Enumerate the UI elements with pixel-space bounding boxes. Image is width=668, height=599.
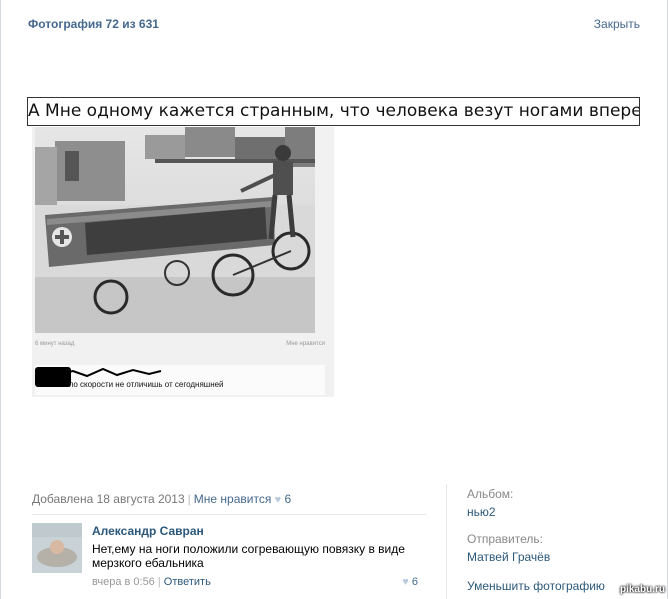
pikabu-watermark: pikabu.ru xyxy=(619,584,665,595)
reply-button[interactable]: Ответить xyxy=(164,576,211,588)
comment-likes[interactable]: ♥ 6 xyxy=(402,576,418,588)
comment-author[interactable]: Александр Савран xyxy=(92,524,204,538)
album-label: Альбом: xyxy=(467,487,514,501)
comment-time: вчера в 0:56 xyxy=(92,576,155,588)
added-line: Добавлена 18 августа 2013 | Мне нравится ♥… xyxy=(32,492,291,506)
added-date: Добавлена 18 августа 2013 xyxy=(32,492,185,506)
heart-icon: ♥ xyxy=(402,576,409,588)
close-button[interactable]: Закрыть xyxy=(594,17,640,31)
photo-meta-likes: Мне нравится xyxy=(286,341,325,347)
avatar[interactable] xyxy=(32,523,82,573)
divider xyxy=(32,514,426,515)
reduce-photo-link[interactable]: Уменьшить фотографию xyxy=(467,579,605,593)
redacted-comment-text: по скорости не отличишь от сегодняшней xyxy=(69,380,224,389)
redaction-scribble xyxy=(54,367,162,378)
photo-counter: Фотография 72 из 631 xyxy=(28,17,159,31)
photo-meta-time: 6 минут назад xyxy=(35,341,75,347)
sender-link[interactable]: Матвей Грачёв xyxy=(467,550,550,564)
redacted-comment: по скорости не отличишь от сегодняшней xyxy=(35,365,325,395)
album-link[interactable]: нью2 xyxy=(467,505,496,519)
comment-text: Нет,ему на ноги положили согревающую пов… xyxy=(92,542,405,570)
meme-caption-text: А Мне одному кажется странным, что челов… xyxy=(28,101,640,121)
comment-item: Александр Савран Нет,ему на ноги положил… xyxy=(32,522,426,592)
photo-image[interactable]: 6 минут назад Мне нравится по скорости н… xyxy=(32,127,334,397)
comment-like-count: 6 xyxy=(411,576,418,588)
ambulance-tricycle-photo xyxy=(35,127,315,333)
sender-label: Отправитель: xyxy=(467,532,543,546)
avatar-image xyxy=(32,523,82,573)
comment-meta: вчера в 0:56 | Ответить xyxy=(92,576,211,588)
separator: | xyxy=(157,576,161,588)
like-button[interactable]: Мне нравится xyxy=(194,492,272,506)
like-count: 6 xyxy=(284,492,292,506)
heart-icon[interactable]: ♥ xyxy=(275,494,282,506)
vertical-divider xyxy=(446,484,447,599)
separator: | xyxy=(187,492,191,506)
meme-caption: А Мне одному кажется странным, что челов… xyxy=(27,97,640,126)
viewer-header: Фотография 72 из 631 Закрыть xyxy=(0,0,668,48)
